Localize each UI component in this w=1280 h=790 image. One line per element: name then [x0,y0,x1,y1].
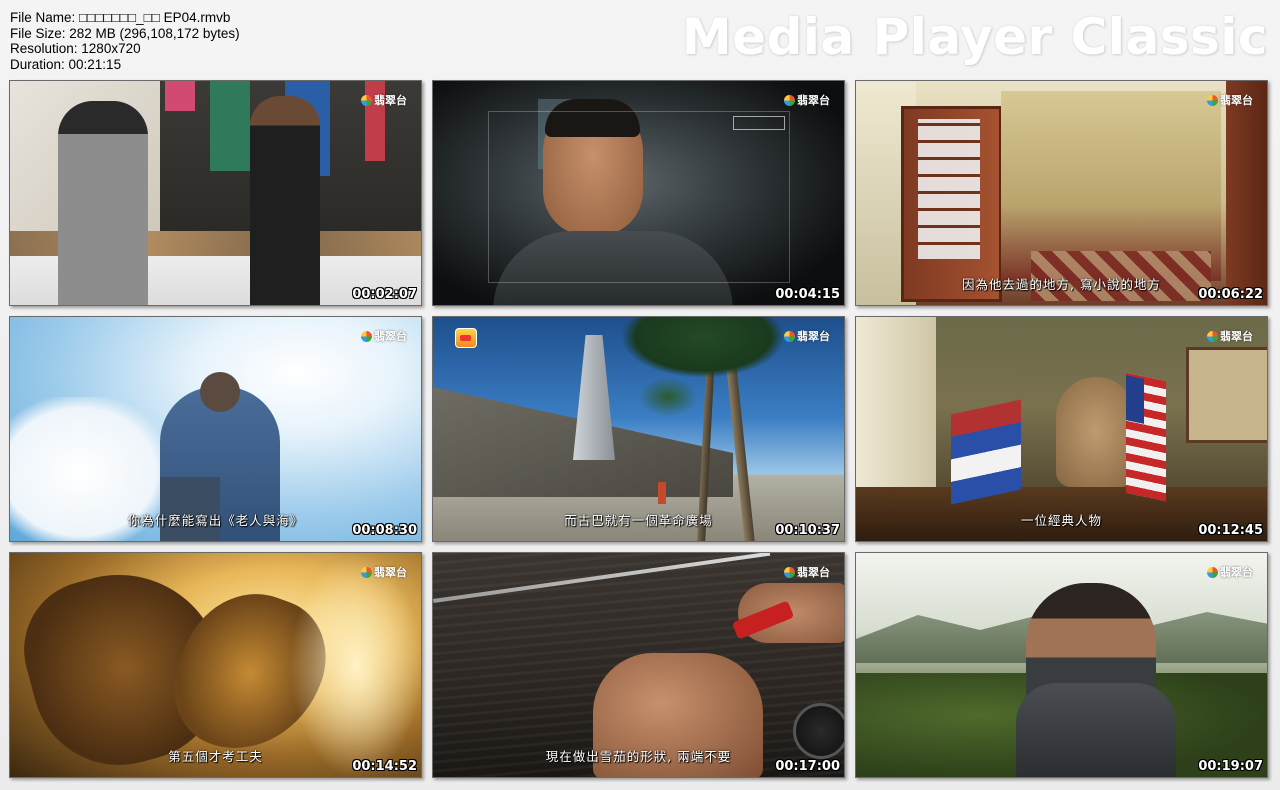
channel-logo-icon [1207,330,1218,342]
thumbnail-5[interactable]: 翡翠台 而古巴就有一個革命廣場 00:10:37 [432,316,845,542]
timestamp: 00:19:07 [1198,759,1263,774]
thumbnail-grid: 翡翠台 00:02:07 翡翠台 00:04:15 翡翠台 因為他去過的地方, … [0,0,1280,790]
timestamp: 00:12:45 [1198,523,1263,538]
channel-logo: 翡翠台 [784,328,830,344]
channel-logo-icon [1207,566,1218,578]
channel-logo: 翡翠台 [784,92,830,108]
thumbnail-4[interactable]: 翡翠台 你為什麼能寫出《老人與海》 00:08:30 [9,316,422,542]
channel-logo: 翡翠台 [1207,564,1253,580]
channel-logo-icon [784,330,795,342]
thumbnail-3[interactable]: 翡翠台 因為他去過的地方, 寫小說的地方 00:06:22 [855,80,1268,306]
thumbnail-8[interactable]: 翡翠台 現在做出雪茄的形狀, 兩端不要 00:17:00 [432,552,845,778]
channel-logo: 翡翠台 [361,92,407,108]
timestamp: 00:10:37 [775,523,840,538]
channel-logo: 翡翠台 [1207,92,1253,108]
channel-logo: 翡翠台 [361,564,407,580]
channel-logo: 翡翠台 [784,564,830,580]
timestamp: 00:06:22 [1198,287,1263,302]
timestamp: 00:17:00 [775,759,840,774]
channel-logo: 翡翠台 [361,328,407,344]
channel-logo-icon [784,566,795,578]
timestamp: 00:04:15 [775,287,840,302]
channel-logo-icon [361,94,372,106]
timestamp: 00:08:30 [352,523,417,538]
channel-logo-icon [361,566,372,578]
camera-osd [753,226,783,276]
channel-logo-icon [1207,94,1218,106]
timestamp: 00:14:52 [352,759,417,774]
channel-logo: 翡翠台 [1207,328,1253,344]
thumbnail-9[interactable]: 翡翠台 00:19:07 [855,552,1268,778]
timestamp: 00:02:07 [352,287,417,302]
tvb-bug-icon [455,328,477,348]
thumbnail-1[interactable]: 翡翠台 00:02:07 [9,80,422,306]
thumbnail-2[interactable]: 翡翠台 00:04:15 [432,80,845,306]
thumbnail-6[interactable]: 翡翠台 一位經典人物 00:12:45 [855,316,1268,542]
channel-logo-icon [361,330,372,342]
thumbnail-7[interactable]: 翡翠台 第五個才考工夫 00:14:52 [9,552,422,778]
channel-logo-icon [784,94,795,106]
